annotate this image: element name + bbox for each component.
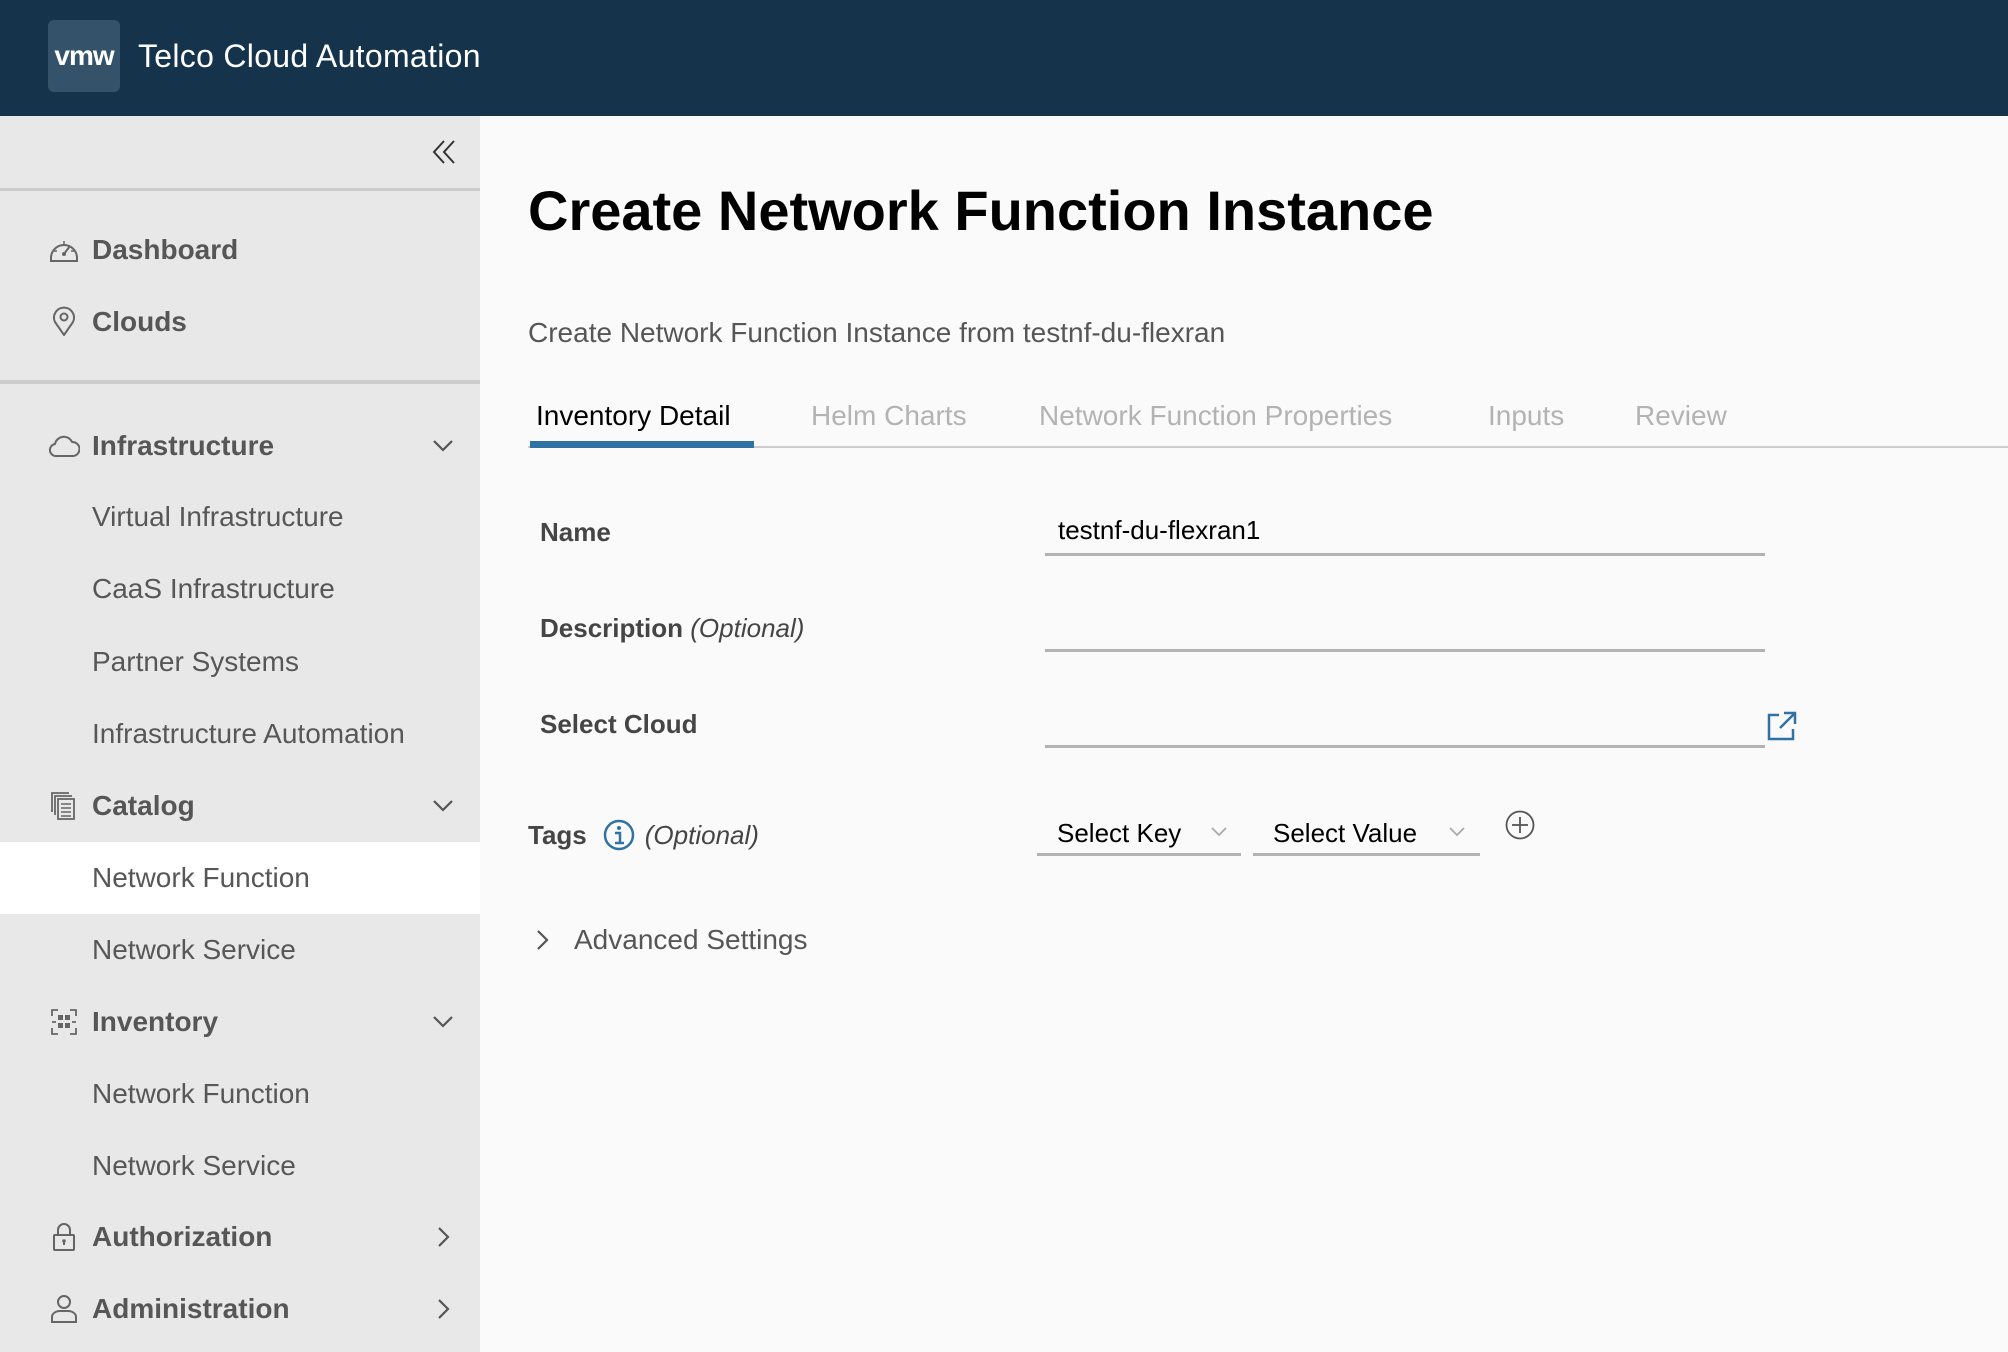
tags-label: Tags (Optional) — [528, 818, 759, 852]
tag-key-select[interactable]: Select Key — [1037, 808, 1241, 856]
sidebar-item-inventory-network-service[interactable]: Network Service — [0, 1130, 480, 1202]
advanced-settings-toggle[interactable]: Advanced Settings — [532, 920, 808, 960]
sidebar-label: Partner Systems — [92, 646, 299, 677]
lock-icon — [48, 1221, 80, 1253]
name-label-text: Name — [540, 517, 611, 547]
description-label-text: Description — [540, 613, 684, 643]
sidebar-item-partner-systems[interactable]: Partner Systems — [0, 626, 480, 698]
collapse-sidebar-button[interactable] — [428, 136, 460, 168]
cloud-icon — [48, 430, 80, 462]
page-subtitle: Create Network Function Instance from te… — [528, 317, 1226, 348]
sidebar-label: Network Service — [92, 934, 296, 965]
page-title: Create Network Function Instance — [528, 179, 1434, 242]
sidebar-label: Infrastructure Automation — [92, 718, 405, 749]
tab-inputs[interactable]: Inputs — [1488, 396, 1564, 446]
sidebar-label: Inventory — [92, 1006, 219, 1037]
select-cloud-label-text: Select Cloud — [540, 709, 698, 739]
chevron-right-icon[interactable] — [428, 1222, 458, 1252]
sidebar-label: Infrastructure — [92, 430, 275, 461]
optional-hint: (Optional) — [690, 613, 805, 643]
sidebar-label: Virtual Infrastructure — [92, 501, 344, 532]
sidebar-item-infrastructure[interactable]: Infrastructure — [0, 410, 480, 482]
sidebar-item-infrastructure-automation[interactable]: Infrastructure Automation — [0, 698, 480, 770]
optional-hint: (Optional) — [644, 820, 759, 850]
sidebar-label: Administration — [92, 1293, 290, 1324]
name-input[interactable] — [1045, 508, 1765, 556]
sidebar-label: Clouds — [92, 306, 187, 337]
vmware-logo[interactable]: vmw — [48, 20, 120, 92]
sidebar-item-caas-infrastructure[interactable]: CaaS Infrastructure — [0, 553, 480, 625]
tab-review[interactable]: Review — [1635, 396, 1727, 446]
sidebar-label: Network Function — [92, 1078, 310, 1109]
sidebar-item-inventory[interactable]: Inventory — [0, 986, 480, 1058]
tab-helm-charts[interactable]: Helm Charts — [811, 396, 967, 446]
name-label: Name — [540, 515, 611, 549]
chevron-down-icon[interactable] — [428, 791, 458, 821]
catalog-icon — [48, 790, 80, 822]
sidebar-item-administration[interactable]: Administration — [0, 1273, 480, 1345]
select-cloud-input[interactable] — [1045, 700, 1765, 748]
sidebar-item-dashboard[interactable]: Dashboard — [0, 214, 480, 286]
sidebar-item-virtual-infrastructure[interactable]: Virtual Infrastructure — [0, 481, 480, 553]
sidebar-label: Dashboard — [92, 234, 239, 265]
tag-value-select[interactable]: Select Value — [1253, 808, 1480, 856]
description-label: Description (Optional) — [540, 611, 804, 645]
chevron-down-icon — [1209, 822, 1229, 842]
add-tag-button[interactable] — [1504, 809, 1536, 841]
select-cloud-label: Select Cloud — [540, 707, 697, 741]
sidebar-item-catalog[interactable]: Catalog — [0, 770, 480, 842]
advanced-settings-label: Advanced Settings — [574, 924, 808, 955]
chevron-down-icon — [1447, 822, 1467, 842]
tab-inventory-detail[interactable]: Inventory Detail — [536, 396, 731, 446]
sidebar-item-catalog-network-function[interactable]: Network Function — [0, 842, 480, 914]
tag-key-placeholder: Select Key — [1057, 818, 1182, 848]
map-pin-icon — [48, 306, 80, 338]
tags-label-text: Tags — [528, 820, 587, 850]
sidebar-divider — [0, 188, 480, 191]
open-cloud-selector-button[interactable] — [1766, 710, 1798, 742]
sidebar-label: CaaS Infrastructure — [92, 573, 335, 604]
tag-value-placeholder: Select Value — [1273, 818, 1418, 848]
app-header: vmw Telco Cloud Automation — [0, 0, 2008, 116]
double-chevron-left-icon — [432, 140, 455, 164]
sidebar-label: Catalog — [92, 790, 195, 821]
app-title[interactable]: Telco Cloud Automation — [138, 34, 481, 78]
sidebar-label: Authorization — [92, 1221, 273, 1252]
active-tab-indicator — [530, 441, 754, 448]
chevron-right-icon[interactable] — [428, 1294, 458, 1324]
plus-circle-icon — [1505, 810, 1535, 840]
description-input[interactable] — [1045, 604, 1765, 652]
sidebar-label: Network Function — [92, 862, 310, 893]
sidebar-item-catalog-network-service[interactable]: Network Service — [0, 914, 480, 986]
sidebar-item-clouds[interactable]: Clouds — [0, 286, 480, 358]
external-link-icon — [1767, 711, 1797, 741]
chevron-down-icon[interactable] — [428, 431, 458, 461]
sidebar-label: Network Service — [92, 1150, 296, 1181]
chevron-down-icon[interactable] — [428, 1007, 458, 1037]
user-icon — [48, 1293, 80, 1325]
inventory-icon — [48, 1006, 80, 1038]
sidebar-item-inventory-network-function[interactable]: Network Function — [0, 1058, 480, 1130]
dashboard-icon — [48, 234, 80, 266]
sidebar-divider — [0, 380, 480, 384]
tab-network-function-properties[interactable]: Network Function Properties — [1039, 396, 1392, 446]
chevron-right-icon — [532, 929, 554, 951]
info-icon[interactable] — [603, 819, 635, 851]
sidebar-item-authorization[interactable]: Authorization — [0, 1201, 480, 1273]
